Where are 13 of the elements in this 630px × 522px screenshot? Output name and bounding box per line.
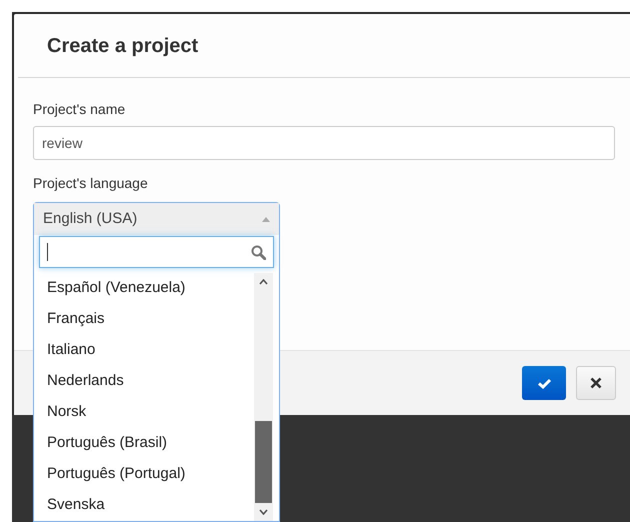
field-label: Project's language <box>33 174 149 192</box>
language-option[interactable]: Français <box>34 304 254 335</box>
dialog-title: Create a project <box>47 34 198 58</box>
language-option[interactable]: Português (Portugal) <box>34 459 254 490</box>
language-option[interactable]: Svenska <box>34 490 254 521</box>
language-option[interactable]: Português (Brasil) <box>34 428 254 459</box>
language-option[interactable]: Español (Venezuela) <box>34 273 254 304</box>
language-select[interactable]: English (USA) <box>34 203 279 235</box>
input-field[interactable]: review <box>33 126 615 160</box>
language-option[interactable]: Nederlands <box>34 366 254 397</box>
language-option[interactable]: Norsk <box>34 397 254 428</box>
language-option[interactable]: Italiano <box>34 335 254 366</box>
field-label: Project's name <box>33 100 126 118</box>
